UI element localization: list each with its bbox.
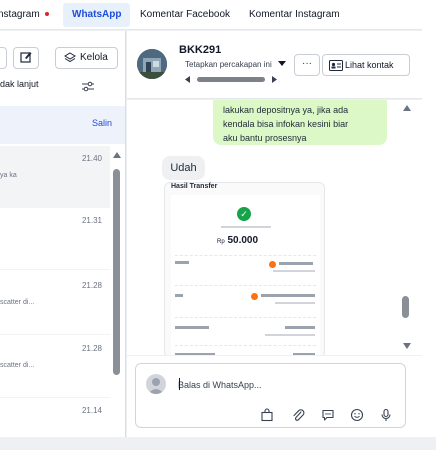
edit-icon <box>20 52 32 63</box>
conversation-item[interactable]: 21.14 <box>0 398 110 437</box>
tab-whatsapp-label: WhatsApp <box>72 9 122 20</box>
receipt-row-value <box>279 262 313 265</box>
view-contact-label: Lihat kontak <box>345 60 394 70</box>
agent-avatar <box>146 374 166 394</box>
conversation-time: 21.28 <box>81 344 102 353</box>
user-silhouette-icon <box>148 378 164 394</box>
success-check-icon: ✓ <box>237 207 251 221</box>
layers-icon <box>64 52 76 63</box>
sliders-icon[interactable] <box>81 81 95 93</box>
copy-link[interactable]: Salin <box>92 118 112 128</box>
receipt-row-label <box>175 261 189 264</box>
receipt-row-value <box>285 326 315 329</box>
app-frame: nstagram WhatsApp Komentar Facebook Kome… <box>0 0 436 450</box>
contact-name: BKK291 <box>179 44 222 56</box>
receipt-subtitle-line <box>221 226 271 228</box>
microphone-icon[interactable] <box>379 408 393 422</box>
reply-input[interactable] <box>178 378 378 392</box>
tab-instagram[interactable]: nstagram <box>0 3 49 27</box>
conversation-item[interactable]: 21.31 <box>0 208 110 270</box>
receipt-row-subvalue <box>273 270 315 272</box>
receipt-title: Hasil Transfer <box>171 183 218 190</box>
more-options-button[interactable]: ··· <box>294 54 320 76</box>
receipt-row-label <box>175 294 183 297</box>
filter-label[interactable]: dak lanjut <box>0 79 39 89</box>
receipt-row-subvalue <box>275 302 315 304</box>
receipt-divider <box>175 255 316 256</box>
conversation-snippet: scatter di... <box>0 299 35 306</box>
reply-composer[interactable] <box>135 363 406 428</box>
assign-conversation-label: Tetapkan percakapan ini <box>185 60 272 69</box>
assign-horizontal-scrollbar[interactable] <box>185 75 277 84</box>
more-options-label: ··· <box>302 58 312 69</box>
conversation-snippet: ya ka <box>0 172 17 179</box>
conversation-list-scrollbar[interactable] <box>113 169 120 375</box>
scroll-down-arrow-icon[interactable] <box>402 342 412 350</box>
unread-dot <box>44 12 49 17</box>
incoming-message-text: Udah <box>170 162 197 174</box>
receipt-divider <box>175 285 316 286</box>
message-thread-scrollbar[interactable] <box>402 296 409 318</box>
receipt-divider <box>175 317 316 318</box>
tab-komentar-facebook-label: Komentar Facebook <box>140 9 231 20</box>
bank-logo-icon <box>269 261 276 268</box>
paperclip-icon[interactable] <box>291 408 305 422</box>
channel-tab-bar: nstagram WhatsApp Komentar Facebook Kome… <box>0 0 422 30</box>
caret-down-icon <box>277 61 286 66</box>
shopping-bag-icon[interactable] <box>260 408 274 422</box>
bank-logo-icon <box>251 293 258 300</box>
receipt-currency: Rp <box>217 239 225 245</box>
receipt-row-subvalue <box>265 334 315 336</box>
tab-komentar-instagram-label: Komentar Instagram <box>249 9 340 20</box>
conversation-snippet: scatter di... <box>0 362 35 369</box>
quick-reply-icon[interactable] <box>321 408 335 422</box>
message-thread: lakukan depositnya ya, jika ada kendala … <box>127 100 422 355</box>
receipt-amount-value: 50.000 <box>227 235 259 246</box>
conversation-item[interactable]: 21.28 scatter di... <box>0 336 110 398</box>
chat-header: BKK291 Tetapkan percakapan ini ··· Lihat… <box>127 31 422 99</box>
receipt-body: ✓ Rp 50.000 <box>171 195 320 355</box>
outgoing-message: lakukan depositnya ya, jika ada kendala … <box>213 100 387 145</box>
compose-button[interactable] <box>13 47 39 69</box>
tab-whatsapp[interactable]: WhatsApp <box>63 3 131 27</box>
conversation-time: 21.40 <box>81 154 102 163</box>
contact-card-icon <box>329 60 343 71</box>
incoming-message: Udah <box>162 156 205 180</box>
manage-label: Kelola <box>80 52 108 63</box>
conversation-item[interactable]: 21.28 scatter di... <box>0 273 110 335</box>
conversation-item[interactable]: 21.40 ya ka <box>0 146 110 208</box>
outgoing-message-line: aku bantu prosesnya <box>223 133 307 143</box>
conversation-list-panel: Kelola dak lanjut Salin 21.40 ya ka 21.3… <box>0 31 126 437</box>
tab-instagram-label: nstagram <box>0 9 40 20</box>
tab-komentar-facebook[interactable]: Komentar Facebook <box>140 3 230 27</box>
receipt-row-label <box>175 326 209 329</box>
composer-area <box>127 356 422 437</box>
assign-conversation-dropdown[interactable]: Tetapkan percakapan ini <box>185 60 286 69</box>
conversation-time: 21.28 <box>81 281 102 290</box>
conversation-time: 21.14 <box>81 406 102 415</box>
bottom-strip <box>0 437 436 450</box>
scroll-up-arrow-icon[interactable] <box>402 104 412 112</box>
transfer-receipt-image[interactable]: Hasil Transfer ✓ Rp 50.000 <box>164 182 325 355</box>
list-header-row: Salin <box>0 106 125 144</box>
receipt-row-value <box>261 294 315 297</box>
emoji-icon[interactable] <box>350 408 364 422</box>
conversation-time: 21.31 <box>81 216 102 225</box>
tab-komentar-instagram[interactable]: Komentar Instagram <box>249 3 340 27</box>
receipt-row-value <box>293 353 315 355</box>
manage-button[interactable]: Kelola <box>55 47 118 69</box>
receipt-row-label <box>175 353 215 355</box>
scroll-up-arrow-icon[interactable] <box>112 151 122 159</box>
text-caret <box>179 378 180 390</box>
partial-toolbar-button[interactable] <box>0 47 7 69</box>
receipt-amount: Rp 50.000 <box>217 235 258 246</box>
outgoing-message-line: lakukan depositnya ya, jika ada <box>223 105 349 115</box>
view-contact-button[interactable]: Lihat kontak <box>322 54 410 76</box>
right-gutter <box>422 0 436 450</box>
receipt-divider <box>175 345 316 346</box>
avatar-photo-icon <box>137 49 167 79</box>
outgoing-message-line: kendala bisa infokan kesini biar <box>223 119 349 129</box>
contact-avatar[interactable] <box>137 49 167 79</box>
